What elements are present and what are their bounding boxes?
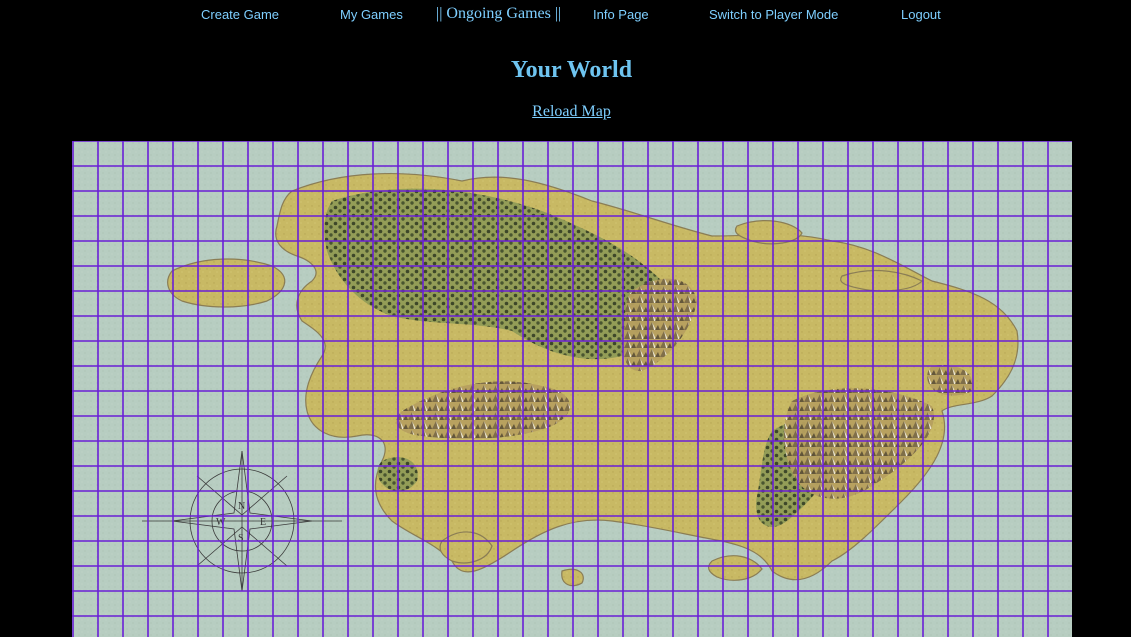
compass-letter-e: E — [260, 517, 266, 528]
compass-letter-n: N — [238, 501, 245, 512]
nav-info-page[interactable]: Info Page — [593, 7, 649, 22]
nav-switch-player-mode[interactable]: Switch to Player Mode — [709, 7, 838, 22]
nav-my-games[interactable]: My Games — [340, 7, 403, 22]
nav-logout[interactable]: Logout — [901, 7, 941, 22]
page-title: Your World — [510, 57, 633, 83]
reload-map-link[interactable]: Reload Map — [532, 103, 611, 120]
compass-letter-w: W — [216, 517, 226, 528]
map-canvas: N E S W — [72, 141, 1072, 637]
top-navigation: Create Game My Games || Ongoing Games ||… — [0, 0, 1131, 30]
world-map[interactable]: N E S W — [72, 141, 1072, 637]
compass-letter-s: S — [238, 533, 244, 544]
nav-create-game[interactable]: Create Game — [201, 7, 279, 22]
reload-map-container: Reload Map — [0, 103, 1131, 121]
nav-ongoing-games[interactable]: || Ongoing Games || — [436, 5, 561, 23]
